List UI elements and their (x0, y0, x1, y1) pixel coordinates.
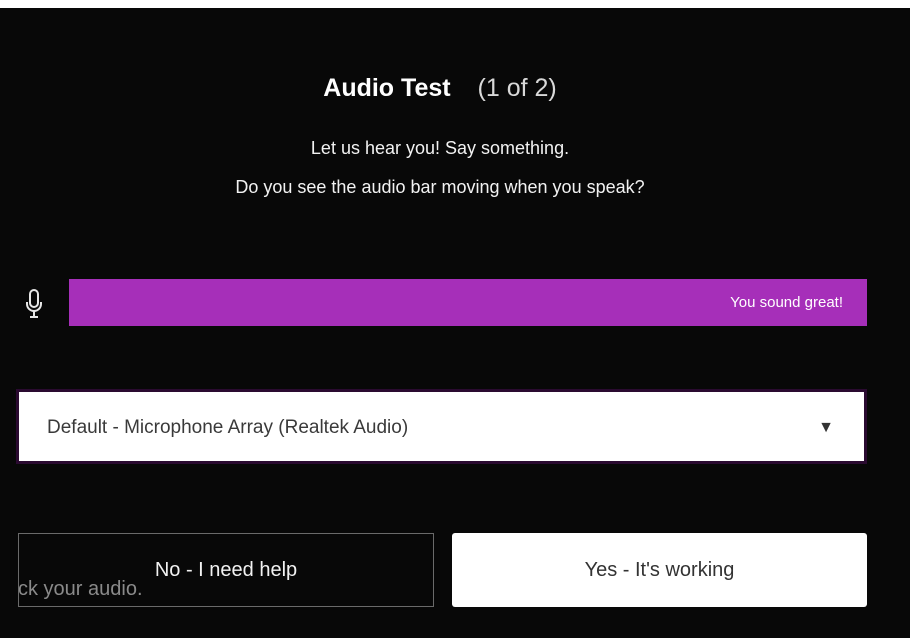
yes-its-working-button[interactable]: Yes - It's working (452, 533, 867, 607)
microphone-select-value: Default - Microphone Array (Realtek Audi… (47, 417, 409, 438)
no-need-help-button[interactable]: No - I need help (18, 533, 434, 607)
dropdown-triangle-icon: ▼ (818, 419, 834, 436)
dialog-title: Audio Test (1 of 2) (0, 72, 880, 104)
audio-level-bar: You sound great! (69, 279, 867, 326)
microphone-select[interactable]: Default - Microphone Array (Realtek Audi… (18, 391, 865, 462)
microphone-icon (22, 286, 46, 322)
step-indicator: (1 of 2) (477, 74, 557, 102)
audio-status-text: You sound great! (730, 294, 843, 311)
audio-test-dialog: Audio Test (1 of 2) Let us hear you! Say… (0, 8, 910, 638)
instruction-text: Let us hear you! Say something. (310, 138, 570, 158)
title-text: Audio Test (323, 74, 451, 102)
question-text: Do you see the audio bar moving when you… (235, 177, 645, 197)
